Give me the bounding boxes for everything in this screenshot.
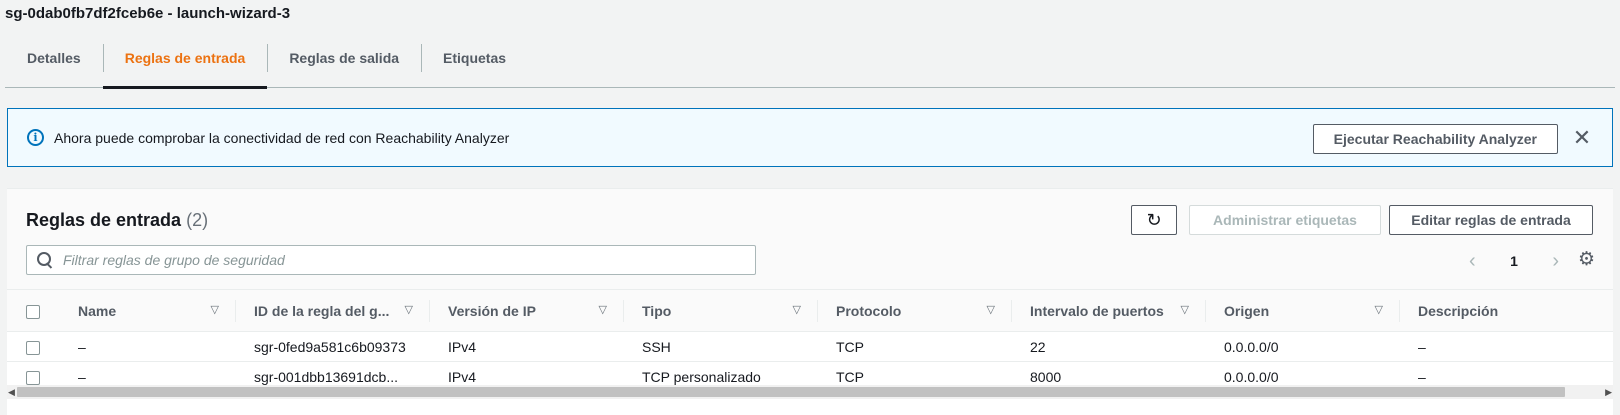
sort-icon[interactable]: ▽ (211, 303, 219, 316)
column-header-rule-id[interactable]: ID de la regla del g... ▽ (235, 290, 429, 332)
sort-icon[interactable]: ▽ (599, 303, 607, 316)
scrollbar-thumb[interactable] (17, 387, 1565, 397)
gear-icon[interactable]: ⚙ (1578, 250, 1595, 270)
column-header-name[interactable]: Name ▽ (59, 290, 235, 332)
column-header-type[interactable]: Tipo ▽ (623, 290, 817, 332)
chevron-left-icon[interactable]: ‹ (1469, 251, 1476, 271)
sort-icon[interactable]: ▽ (1181, 303, 1189, 316)
rules-table: Name ▽ ID de la regla del g... ▽ Versión d… (7, 289, 1613, 392)
tab-detalles[interactable]: Detalles (5, 38, 103, 88)
run-reachability-analyzer-button[interactable]: Ejecutar Reachability Analyzer (1312, 124, 1558, 154)
panel-title: Reglas de entrada (2) (26, 210, 208, 231)
page-number[interactable]: 1 (1510, 253, 1518, 269)
cell-ip-version: IPv4 (448, 338, 477, 355)
row-checkbox[interactable] (26, 370, 40, 385)
inbound-rules-panel: Reglas de entrada (2) ↻ Administrar etiq… (7, 188, 1613, 415)
cell-port-range: 22 (1030, 338, 1046, 355)
rule-count: (2) (186, 210, 209, 230)
refresh-button[interactable]: ↻ (1131, 205, 1177, 235)
search-icon (37, 252, 53, 268)
search-field (26, 245, 756, 275)
panel-title-text: Reglas de entrada (26, 210, 182, 230)
cell-name: – (78, 338, 86, 355)
info-icon: i (27, 129, 44, 146)
sort-icon[interactable]: ▽ (1375, 303, 1383, 316)
scroll-left-icon[interactable]: ◀ (8, 387, 15, 398)
table-header-row: Name ▽ ID de la regla del g... ▽ Versión d… (7, 289, 1613, 332)
column-header-description[interactable]: Descripción (1399, 290, 1613, 332)
panel-header: Reglas de entrada (2) ↻ Administrar etiq… (7, 189, 1613, 289)
select-all-checkbox[interactable] (26, 304, 40, 319)
refresh-icon: ↻ (1146, 210, 1162, 230)
search-input[interactable] (63, 252, 743, 268)
select-all-cell (7, 290, 59, 332)
row-checkbox[interactable] (26, 340, 40, 355)
tab-reglas-de-entrada[interactable]: Reglas de entrada (102, 38, 268, 89)
cell-rule-id: sgr-0fed9a581c6b09373 (254, 338, 406, 355)
scroll-right-icon[interactable]: ▶ (1605, 387, 1612, 398)
column-header-protocol[interactable]: Protocolo ▽ (817, 290, 1011, 332)
tab-bar: Detalles Reglas de entrada Reglas de sal… (5, 38, 1615, 89)
tab-etiquetas[interactable]: Etiquetas (421, 38, 528, 88)
sort-icon[interactable]: ▽ (405, 303, 413, 316)
edit-inbound-rules-button[interactable]: Editar reglas de entrada (1389, 205, 1593, 235)
sort-icon[interactable]: ▽ (987, 303, 995, 316)
cell-source: 0.0.0.0/0 (1224, 338, 1279, 355)
column-header-port-range[interactable]: Intervalo de puertos ▽ (1011, 290, 1205, 332)
flash-message: Ahora puede comprobar la conectividad de… (54, 129, 510, 146)
pagination: ‹ 1 › (1469, 249, 1559, 273)
tab-reglas-de-salida[interactable]: Reglas de salida (267, 38, 421, 88)
close-icon[interactable]: ✕ (1570, 126, 1594, 150)
cell-description: – (1418, 338, 1426, 355)
column-header-ip-version[interactable]: Versión de IP ▽ (429, 290, 623, 332)
column-header-source[interactable]: Origen ▽ (1205, 290, 1399, 332)
table-row[interactable]: – sgr-0fed9a581c6b09373 IPv4 SSH TCP 22 … (7, 332, 1613, 362)
cell-type: SSH (642, 338, 671, 355)
chevron-right-icon[interactable]: › (1552, 251, 1559, 271)
page-title: sg-0dab0fb7df2fceb6e - launch-wizard-3 (5, 5, 291, 22)
horizontal-scrollbar[interactable]: ◀ ▶ (7, 385, 1613, 399)
manage-tags-button[interactable]: Administrar etiquetas (1189, 205, 1381, 235)
sort-icon[interactable]: ▽ (793, 303, 801, 316)
info-flash-banner: i Ahora puede comprobar la conectividad … (7, 108, 1613, 167)
cell-protocol: TCP (836, 338, 864, 355)
